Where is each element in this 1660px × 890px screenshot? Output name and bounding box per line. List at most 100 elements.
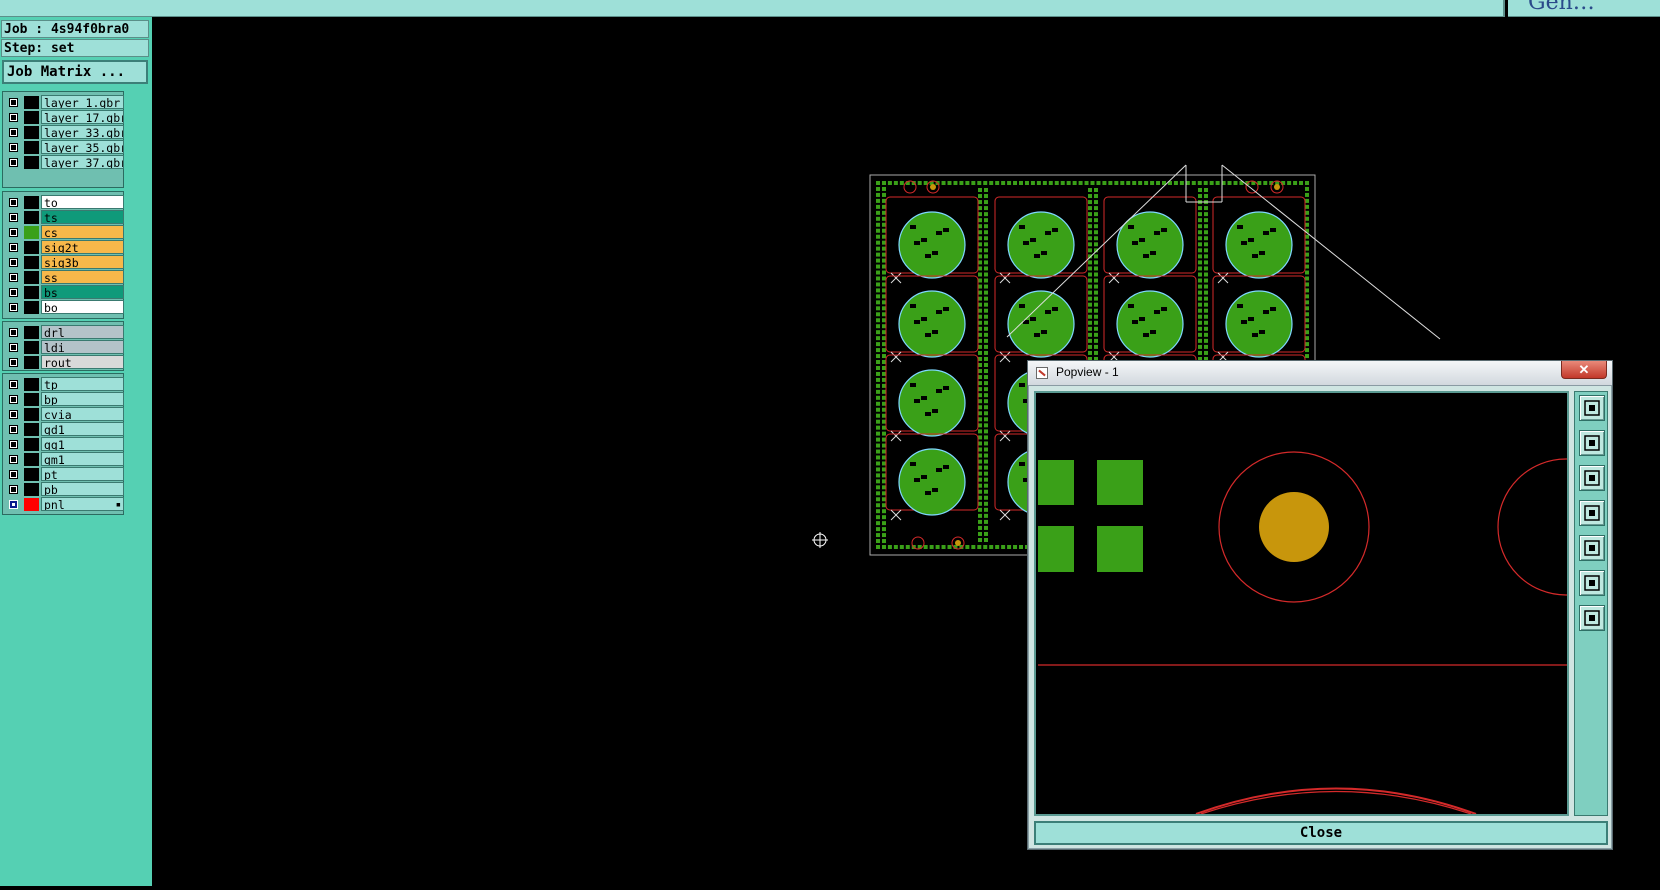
layer-checkbox[interactable] xyxy=(9,455,18,464)
layer-name[interactable]: pt xyxy=(41,467,124,481)
layer-row-layer-17-gbr[interactable]: layer_17.gbr xyxy=(6,110,124,125)
layer-checkbox[interactable] xyxy=(9,243,18,252)
layer-row-sig3b[interactable]: sig3b xyxy=(6,255,124,270)
layer-name[interactable]: sig2t xyxy=(41,240,124,254)
layer-checkbox[interactable] xyxy=(9,303,18,312)
layer-name[interactable]: ts xyxy=(41,210,124,224)
layer-row-ldi[interactable]: ldi xyxy=(6,340,124,355)
layer-color-swatch[interactable] xyxy=(24,468,39,481)
layer-checkbox[interactable] xyxy=(9,143,18,152)
layer-name[interactable]: ldi xyxy=(41,340,124,354)
pan-up-icon[interactable] xyxy=(1579,430,1605,456)
layer-name[interactable]: to xyxy=(41,195,124,209)
layer-color-swatch[interactable] xyxy=(24,141,39,154)
layer-checkbox[interactable] xyxy=(9,410,18,419)
layer-checkbox[interactable] xyxy=(9,128,18,137)
layer-color-swatch[interactable] xyxy=(24,271,39,284)
layer-name[interactable]: rout xyxy=(41,355,124,369)
layer-checkbox[interactable] xyxy=(9,228,18,237)
layer-name[interactable]: layer_35.gbr xyxy=(41,140,124,154)
layer-color-swatch[interactable] xyxy=(24,241,39,254)
layer-checkbox[interactable] xyxy=(9,470,18,479)
layer-name[interactable]: gm1 xyxy=(41,452,124,466)
zoom-window-icon[interactable] xyxy=(1579,395,1605,421)
layer-name[interactable]: drl xyxy=(41,325,124,339)
zoom-home-icon[interactable] xyxy=(1579,605,1605,631)
layer-row-drl[interactable]: drl xyxy=(6,325,124,340)
layer-name[interactable]: bo xyxy=(41,300,124,314)
layer-checkbox[interactable] xyxy=(9,380,18,389)
layer-row-bs[interactable]: bs xyxy=(6,285,124,300)
layer-checkbox[interactable] xyxy=(9,213,18,222)
layer-color-swatch[interactable] xyxy=(24,196,39,209)
layer-name[interactable]: sig3b xyxy=(41,255,124,269)
layer-checkbox[interactable] xyxy=(9,500,18,509)
pan-right-icon[interactable] xyxy=(1579,535,1605,561)
layer-row-bp[interactable]: bp xyxy=(6,392,124,407)
layer-checkbox[interactable] xyxy=(9,288,18,297)
layer-color-swatch[interactable] xyxy=(24,256,39,269)
layer-color-swatch[interactable] xyxy=(24,378,39,391)
layer-color-swatch[interactable] xyxy=(24,111,39,124)
layer-row-gd1[interactable]: gd1 xyxy=(6,422,124,437)
layer-checkbox[interactable] xyxy=(9,358,18,367)
layer-row-ss[interactable]: ss xyxy=(6,270,124,285)
layer-color-swatch[interactable] xyxy=(24,341,39,354)
close-icon[interactable]: ✕ xyxy=(1561,361,1607,379)
layer-color-swatch[interactable] xyxy=(24,211,39,224)
layer-row-gg1[interactable]: gg1 xyxy=(6,437,124,452)
layer-color-swatch[interactable] xyxy=(24,483,39,496)
layer-checkbox[interactable] xyxy=(9,273,18,282)
layer-name[interactable]: cs xyxy=(41,225,124,239)
layer-name[interactable]: tp xyxy=(41,377,124,391)
layer-checkbox[interactable] xyxy=(9,198,18,207)
layer-checkbox[interactable] xyxy=(9,328,18,337)
close-button[interactable]: Close xyxy=(1034,821,1608,845)
layer-row-layer-35-gbr[interactable]: layer_35.gbr xyxy=(6,140,124,155)
layer-name[interactable]: layer_1.gbr xyxy=(41,95,124,109)
layer-name[interactable]: gd1 xyxy=(41,422,124,436)
layer-checkbox[interactable] xyxy=(9,258,18,267)
layer-name[interactable]: cvia xyxy=(41,407,124,421)
layer-name[interactable]: pb xyxy=(41,482,124,496)
layer-color-swatch[interactable] xyxy=(24,326,39,339)
layer-color-swatch[interactable] xyxy=(24,126,39,139)
layer-row-pb[interactable]: pb xyxy=(6,482,124,497)
layer-row-bo[interactable]: bo xyxy=(6,300,124,315)
layer-color-swatch[interactable] xyxy=(24,423,39,436)
layer-color-swatch[interactable] xyxy=(24,408,39,421)
layer-row-sig2t[interactable]: sig2t xyxy=(6,240,124,255)
layer-checkbox[interactable] xyxy=(9,440,18,449)
layer-color-swatch[interactable] xyxy=(24,453,39,466)
layer-color-swatch[interactable] xyxy=(24,438,39,451)
layer-checkbox[interactable] xyxy=(9,485,18,494)
layer-row-layer-37-gbr[interactable]: layer_37.gbr xyxy=(6,155,124,170)
job-matrix-button[interactable]: Job Matrix ... xyxy=(2,60,148,84)
layer-row-gm1[interactable]: gm1 xyxy=(6,452,124,467)
layer-name[interactable]: layer_37.gbr xyxy=(41,155,124,169)
layer-row-layer-33-gbr[interactable]: layer_33.gbr xyxy=(6,125,124,140)
layer-row-cs[interactable]: cs xyxy=(6,225,124,240)
layer-checkbox[interactable] xyxy=(9,425,18,434)
layer-color-swatch[interactable] xyxy=(24,156,39,169)
layer-row-to[interactable]: to xyxy=(6,195,124,210)
layer-color-swatch[interactable] xyxy=(24,286,39,299)
layer-color-swatch[interactable] xyxy=(24,393,39,406)
layer-checkbox[interactable] xyxy=(9,98,18,107)
layer-name[interactable]: gg1 xyxy=(41,437,124,451)
layer-color-swatch[interactable] xyxy=(24,301,39,314)
popview-canvas[interactable] xyxy=(1034,391,1569,816)
layer-row-tp[interactable]: tp xyxy=(6,377,124,392)
layer-row-cvia[interactable]: cvia xyxy=(6,407,124,422)
popview-titlebar[interactable]: Popview - 1 ✕ xyxy=(1028,361,1612,386)
layer-checkbox[interactable] xyxy=(9,158,18,167)
layer-checkbox[interactable] xyxy=(9,343,18,352)
layer-checkbox[interactable] xyxy=(9,113,18,122)
layer-color-swatch[interactable] xyxy=(24,96,39,109)
layer-row-pt[interactable]: pt xyxy=(6,467,124,482)
layer-color-swatch[interactable] xyxy=(24,226,39,239)
layer-color-swatch[interactable] xyxy=(24,498,39,511)
pan-down-icon[interactable] xyxy=(1579,465,1605,491)
layer-name[interactable]: layer_33.gbr xyxy=(41,125,124,139)
zoom-fit-icon[interactable] xyxy=(1579,570,1605,596)
